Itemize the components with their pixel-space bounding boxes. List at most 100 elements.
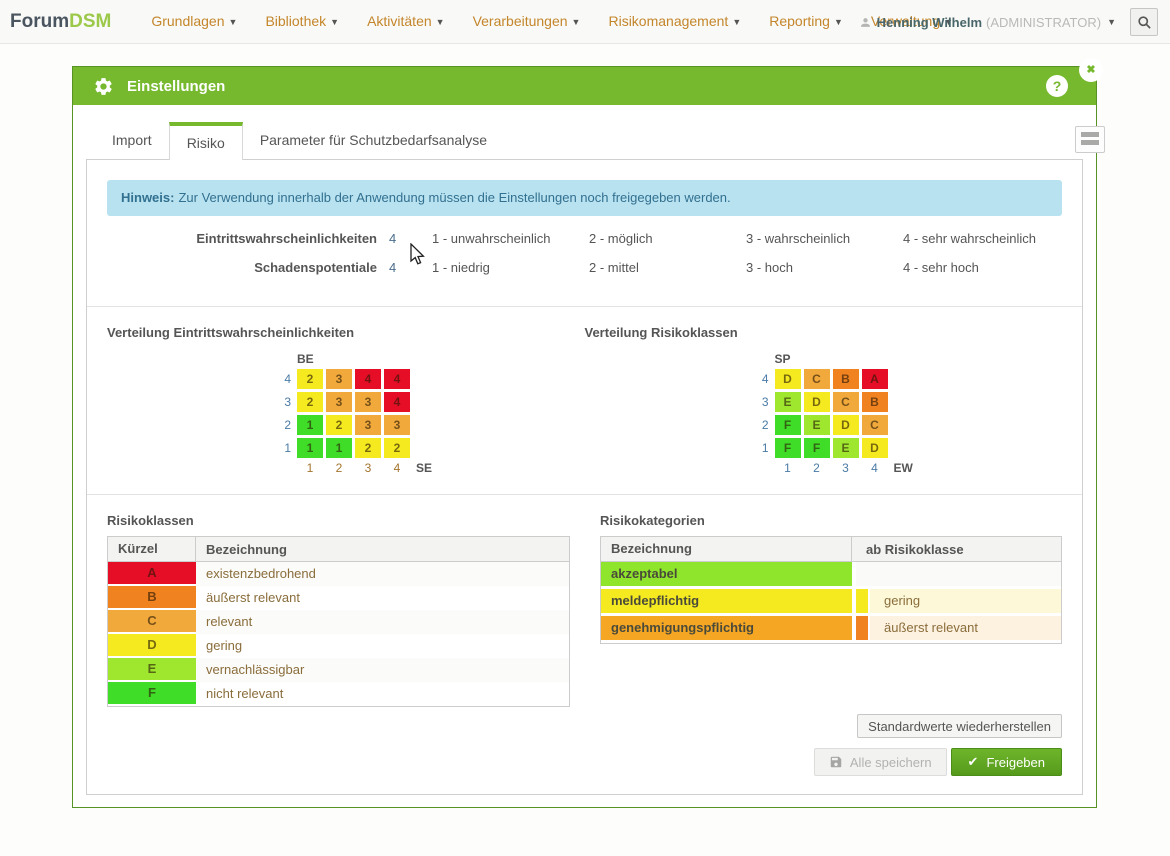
x-tick: 3 <box>833 461 859 475</box>
matrix-row: 4DCBA <box>753 369 1063 389</box>
x-axis-label: SE <box>416 461 432 475</box>
chevron-down-icon: ▼ <box>572 17 581 27</box>
settings-option: 4 - sehr wahrscheinlich <box>903 231 1060 246</box>
nav-item-grundlagen[interactable]: Grundlagen▼ <box>137 0 251 44</box>
magnifier-icon <box>1137 15 1152 30</box>
y-tick: 1 <box>753 441 769 455</box>
restore-defaults-button[interactable]: Standardwerte wiederherstellen <box>857 714 1062 738</box>
bezeichnung-cell[interactable]: relevant <box>196 610 569 634</box>
matrix-cell: D <box>862 438 888 458</box>
user-menu[interactable]: Henning Wilhelm (ADMINISTRATOR) ▼ <box>859 0 1116 44</box>
bezeichnung-cell[interactable]: vernachlässigbar <box>196 658 569 682</box>
settings-option: 3 - wahrscheinlich <box>746 231 903 246</box>
matrix-cell: F <box>775 415 801 435</box>
matrix-cell: 2 <box>355 438 381 458</box>
kuerzel-cell: B <box>108 586 196 610</box>
nav-item-label: Risikomanagement <box>608 13 728 29</box>
bezeichnung-cell[interactable]: gering <box>196 634 569 658</box>
y-axis-label: SP <box>775 352 1063 366</box>
y-tick: 2 <box>275 418 291 432</box>
tables-row: Risikoklassen Kürzel Bezeichnung Aexiste… <box>87 495 1082 707</box>
tab-risiko[interactable]: Risiko <box>169 122 243 160</box>
risk-matrix: SP4DCBA3EDCB2FEDC1FFED1234EW <box>753 352 1063 475</box>
settings-option: 3 - hoch <box>746 260 903 275</box>
floppy-disk-icon <box>829 755 843 769</box>
risikoklassen-header: Kürzel Bezeichnung <box>108 537 569 562</box>
chevron-down-icon: ▼ <box>330 17 339 27</box>
tab-content-risiko: Hinweis:Zur Verwendung innerhalb der Anw… <box>86 159 1083 795</box>
verteilung-risikoklassen: Verteilung RisikoklassenSP4DCBA3EDCB2FED… <box>585 325 1063 494</box>
kuerzel-cell: A <box>108 562 196 586</box>
help-icon[interactable]: ? <box>1046 75 1068 97</box>
matrix-cell: B <box>833 369 859 389</box>
ab-risikoklasse-cell[interactable] <box>856 562 1061 586</box>
kuerzel-cell: F <box>108 682 196 706</box>
main-menu: Grundlagen▼Bibliothek▼Aktivitäten▼Verarb… <box>137 0 967 44</box>
risikokategorien-title: Risikokategorien <box>600 513 1062 528</box>
matrix-row: 1FFED <box>753 438 1063 458</box>
nav-item-label: Verarbeitungen <box>473 13 568 29</box>
matrix-row: 11122 <box>275 438 585 458</box>
matrix-cell: F <box>804 438 830 458</box>
save-all-button[interactable]: Alle speichern <box>814 748 947 776</box>
tab-parameter-f-r-schutzbedarfsanalyse[interactable]: Parameter für Schutzbedarfsanalyse <box>243 121 504 159</box>
matrix-cell: 4 <box>355 369 381 389</box>
ab-risikoklasse-cell[interactable]: äußerst relevant <box>870 616 1061 640</box>
chevron-down-icon: ▼ <box>1107 17 1116 27</box>
matrix-cell: 3 <box>326 369 352 389</box>
chevron-down-icon: ▼ <box>834 17 843 27</box>
ab-risikoklasse-cell[interactable]: gering <box>870 589 1061 613</box>
col-header-kuerzel: Kürzel <box>108 537 196 561</box>
settings-value[interactable]: 4 <box>389 231 432 246</box>
settings-row-schadenspotentiale: Schadenspotentiale41 - niedrig2 - mittel… <box>107 253 1062 282</box>
chart-title: Verteilung Eintrittswahrscheinlichkeiten <box>107 325 585 340</box>
nav-item-risikomanagement[interactable]: Risikomanagement▼ <box>594 0 755 44</box>
nav-item-bibliothek[interactable]: Bibliothek ▼ <box>251 0 353 44</box>
chevron-down-icon: ▼ <box>436 17 445 27</box>
settings-row-eintrittswahrscheinlichkeiten: Eintrittswahrscheinlichkeiten41 - unwahr… <box>107 224 1062 253</box>
close-icon[interactable]: ✖ <box>1079 58 1103 82</box>
matrix-cell: 3 <box>355 415 381 435</box>
risikoklassen-title: Risikoklassen <box>107 513 570 528</box>
matrix-cell: 3 <box>326 392 352 412</box>
matrix-cell: A <box>862 369 888 389</box>
dialog-title: Einstellungen <box>127 78 225 95</box>
bezeichnung-cell[interactable]: äußerst relevant <box>196 586 569 610</box>
table-row-vernachl-ssigbar: Evernachlässigbar <box>108 658 569 682</box>
kategorie-cell[interactable]: akzeptabel <box>601 562 852 586</box>
app-logo[interactable]: ForumDSM <box>10 11 111 33</box>
kategorie-cell[interactable]: meldepflichtig <box>601 589 852 613</box>
col-header-bezeichnung: Bezeichnung <box>601 537 852 561</box>
kuerzel-cell: D <box>108 634 196 658</box>
settings-label: Eintrittswahrscheinlichkeiten <box>107 231 389 246</box>
x-tick: 4 <box>862 461 888 475</box>
nav-item-label: Bibliothek <box>265 13 326 29</box>
settings-option: 4 - sehr hoch <box>903 260 1060 275</box>
search-button[interactable] <box>1130 8 1158 36</box>
list-toggle-icon[interactable] <box>1075 126 1105 153</box>
check-icon: ✔ <box>968 754 979 770</box>
matrix-cell: 2 <box>326 415 352 435</box>
x-tick: 1 <box>297 461 323 475</box>
matrix-cell: 1 <box>326 438 352 458</box>
nav-item-verarbeitungen[interactable]: Verarbeitungen ▼ <box>459 0 595 44</box>
kuerzel-cell: E <box>108 658 196 682</box>
tab-import[interactable]: Import <box>95 121 169 159</box>
release-button[interactable]: ✔ Freigeben <box>951 748 1062 776</box>
nav-item-reporting[interactable]: Reporting▼ <box>755 0 857 44</box>
settings-value[interactable]: 4 <box>389 260 432 275</box>
table-row-genehmigungspflichtig: genehmigungspflichtig äußerst relevant <box>601 616 1061 640</box>
bezeichnung-cell[interactable]: nicht relevant <box>196 682 569 706</box>
notice-prefix: Hinweis: <box>121 190 174 205</box>
release-label: Freigeben <box>986 755 1045 770</box>
table-row-nicht-relevant: Fnicht relevant <box>108 682 569 706</box>
kategorie-cell[interactable]: genehmigungspflichtig <box>601 616 852 640</box>
nav-item-label: Aktivitäten <box>367 13 432 29</box>
bezeichnung-cell[interactable]: existenzbedrohend <box>196 562 569 586</box>
chevron-down-icon: ▼ <box>229 17 238 27</box>
matrix-cell: D <box>804 392 830 412</box>
matrix-cell: E <box>833 438 859 458</box>
nav-item-aktivit-ten[interactable]: Aktivitäten ▼ <box>353 0 459 44</box>
user-role: (ADMINISTRATOR) <box>986 15 1101 30</box>
risikoklassen-body: AexistenzbedrohendBäußerst relevantCrele… <box>108 562 569 706</box>
